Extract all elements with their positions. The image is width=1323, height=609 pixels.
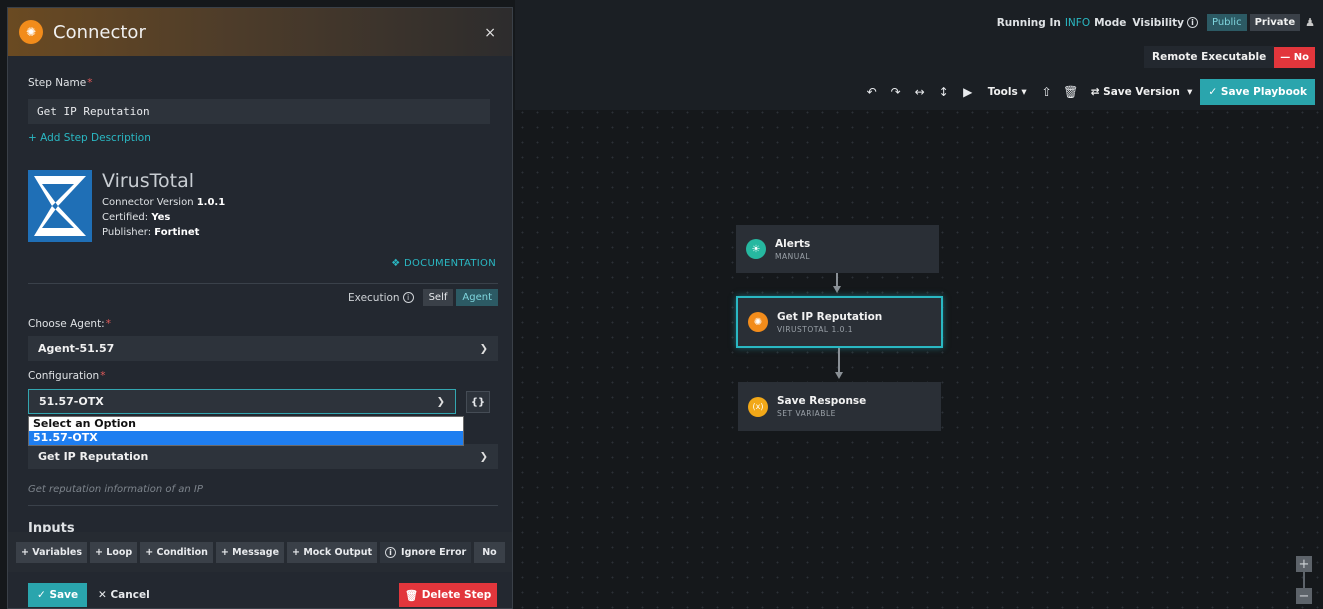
trash-icon[interactable]: 🗑 (1059, 79, 1083, 105)
edge-line (838, 348, 840, 374)
users-icon[interactable]: ♟ (1305, 16, 1315, 29)
add-condition-button[interactable]: + Condition (140, 541, 213, 563)
step-name-label: Step Name* (28, 77, 93, 89)
node-subtitle: SET VARIABLE (777, 409, 836, 418)
chevron-down-icon: ❯ (479, 451, 488, 462)
step-options-toolbar: + Variables + Loop + Condition + Message… (8, 532, 512, 572)
zoom-track (1303, 572, 1305, 588)
panel-title: Connector (53, 21, 146, 43)
add-loop-button[interactable]: + Loop (90, 541, 138, 563)
divider (28, 283, 498, 284)
configuration-select[interactable]: 51.57-OTX ❯ (28, 389, 456, 414)
execution-toggle: Execution i Self Agent (348, 289, 498, 306)
panel-header: ✺ Connector × (8, 8, 512, 56)
export-icon[interactable]: ⇧ (1035, 79, 1059, 105)
zoom-in-icon[interactable]: + (1296, 556, 1312, 572)
execution-agent-button[interactable]: Agent (456, 289, 498, 306)
node-alerts[interactable]: ☀ Alerts MANUAL (736, 225, 939, 273)
add-step-description-link[interactable]: + Add Step Description (28, 132, 151, 144)
remote-executable-toggle: Remote Executable — No (1144, 46, 1315, 68)
mode-visibility-bar: Running In INFO Mode Visibility i Public… (997, 14, 1315, 31)
ignore-error-toggle[interactable]: i Ignore Error (380, 541, 472, 563)
connector-version: Connector Version 1.0.1 (102, 197, 226, 208)
virustotal-logo (28, 170, 92, 242)
node-title: Get IP Reputation (777, 310, 883, 323)
remote-executable-no-button[interactable]: — No (1274, 46, 1315, 68)
bulb-icon: ☀ (746, 239, 766, 259)
info-icon[interactable]: i (402, 292, 414, 303)
dropdown-option[interactable]: Select an Option (29, 417, 463, 431)
add-message-button[interactable]: + Message (215, 541, 285, 563)
execution-self-button[interactable]: Self (422, 289, 454, 306)
agent-select[interactable]: Agent-51.57 ❯ (28, 336, 498, 361)
mode-suffix: Mode (1094, 16, 1127, 29)
node-get-ip-reputation[interactable]: ✺ Get IP Reputation VIRUSTOTAL 1.0.1 (736, 296, 943, 348)
add-variables-button[interactable]: + Variables (16, 541, 88, 563)
tools-dropdown[interactable]: Tools ▾ (980, 79, 1035, 105)
action-select[interactable]: Get IP Reputation ❯ (28, 444, 498, 469)
node-save-response[interactable]: (x) Save Response SET VARIABLE (738, 382, 941, 431)
chevron-down-icon: ❯ (479, 343, 488, 354)
canvas-toolbar: ↶ ↷ ↔ ↕ ▶ Tools ▾ ⇧ 🗑 ⇄ Save Version ▾ ✓… (860, 79, 1315, 105)
dropdown-option-selected[interactable]: 51.57-OTX (29, 431, 463, 445)
remote-executable-label: Remote Executable (1144, 46, 1275, 68)
ignore-error-no-button[interactable]: No (474, 541, 505, 563)
action-description: Get reputation information of an IP (28, 484, 203, 495)
step-name-input[interactable]: Get IP Reputation (28, 99, 490, 124)
visibility-label: Visibility (1132, 16, 1184, 29)
zoom-out-icon[interactable]: − (1296, 588, 1312, 604)
chevron-down-icon: ❯ (436, 396, 445, 407)
execution-label: Execution (348, 291, 400, 304)
connector-publisher: Publisher: Fortinet (102, 227, 200, 238)
node-subtitle: MANUAL (775, 251, 811, 261)
close-icon[interactable]: × (484, 25, 496, 41)
documentation-link[interactable]: ❖ DOCUMENTATION (391, 258, 496, 269)
redo-icon[interactable]: ↷ (884, 79, 908, 105)
connector-name: VirusTotal (102, 170, 194, 192)
edge-arrow (833, 286, 841, 293)
connector-step-panel: ✺ Connector × Step Name* Get IP Reputati… (7, 7, 513, 609)
align-vertical-icon[interactable]: ↕ (932, 79, 956, 105)
running-in-label: Running In (996, 16, 1061, 29)
configuration-dropdown-list: Select an Option 51.57-OTX (28, 416, 464, 446)
connector-certified: Certified: Yes (102, 212, 171, 223)
node-title: Save Response (777, 395, 867, 407)
divider (28, 505, 498, 506)
edge-arrow (835, 372, 843, 379)
delete-step-button[interactable]: 🗑 Delete Step (399, 583, 497, 607)
save-playbook-button[interactable]: ✓ Save Playbook (1200, 79, 1315, 105)
save-button[interactable]: ✓ Save (28, 583, 88, 607)
play-icon[interactable]: ▶ (956, 79, 980, 105)
info-icon[interactable]: i (1186, 17, 1198, 28)
json-braces-button[interactable]: {} (466, 391, 490, 413)
info-icon: i (385, 546, 397, 558)
visibility-public-button[interactable]: Public (1206, 14, 1247, 31)
plug-icon: ✺ (19, 20, 43, 44)
cancel-button[interactable]: ✕ Cancel (92, 583, 156, 607)
mode-value: INFO (1064, 16, 1091, 29)
save-version-button[interactable]: ⇄ Save Version ▾ (1083, 79, 1201, 105)
plug-icon: ✺ (748, 312, 768, 332)
configuration-label: Configuration* (28, 370, 106, 382)
node-subtitle: VIRUSTOTAL 1.0.1 (777, 324, 854, 334)
visibility-private-button[interactable]: Private (1249, 14, 1301, 31)
variable-icon: (x) (748, 396, 768, 417)
align-horizontal-icon[interactable]: ↔ (908, 79, 932, 105)
node-title: Alerts (775, 237, 811, 250)
choose-agent-label: Choose Agent:* (28, 318, 111, 330)
add-mock-output-button[interactable]: + Mock Output (287, 541, 378, 563)
undo-icon[interactable]: ↶ (860, 79, 884, 105)
